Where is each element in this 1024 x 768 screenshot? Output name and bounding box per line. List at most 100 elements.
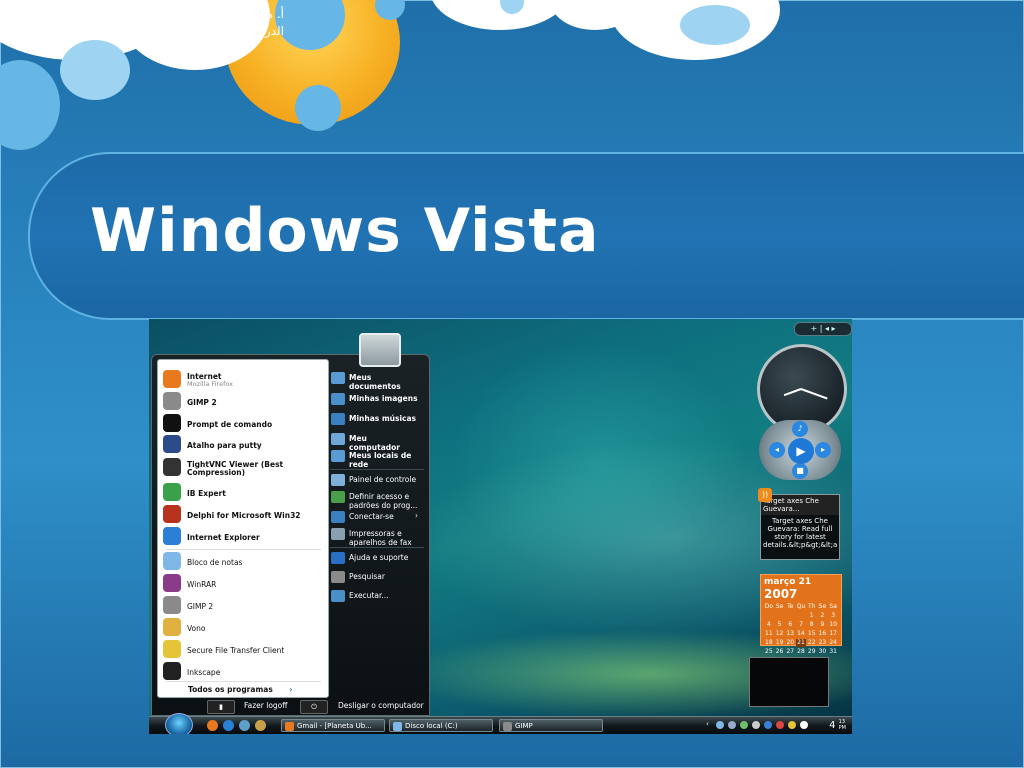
calendar-cell[interactable]: 16 [818, 630, 828, 638]
recent-item[interactable]: Inkscape [161, 662, 326, 682]
taskbar-button[interactable]: Gmail - [Planeta Ub... [281, 719, 385, 732]
next-icon[interactable]: ▸ [815, 442, 831, 458]
calendar-cell[interactable] [785, 612, 795, 620]
calendar-cell[interactable]: 8 [807, 621, 817, 629]
connect-icon [331, 511, 345, 523]
calendar-cell[interactable] [796, 612, 806, 620]
taskbar-button[interactable]: GIMP [499, 719, 603, 732]
taskbar: Gmail - [Planeta Ub... Disco local (C:) GI… [149, 713, 852, 734]
show-desktop-icon[interactable] [239, 720, 250, 731]
calendar-cell[interactable]: 25 [764, 648, 774, 656]
user-picture[interactable] [359, 333, 401, 367]
feed-title[interactable]: Target axes Che Guevara... [761, 495, 839, 515]
pinned-item[interactable]: Internet Mozilla Firefox [161, 370, 326, 390]
firefox-icon[interactable] [207, 720, 218, 731]
item-subtitle: Compression) [187, 468, 246, 477]
clock-ampm: PM [838, 725, 846, 731]
pinned-item[interactable]: GIMP 2 [161, 392, 326, 412]
calendar-cell[interactable]: 23 [818, 639, 828, 647]
search-icon [331, 571, 345, 583]
tray-icon[interactable] [788, 721, 796, 729]
volume-icon[interactable] [752, 721, 760, 729]
calendar-cell[interactable]: 20 [785, 639, 795, 647]
switch-windows-icon[interactable] [255, 720, 266, 731]
taskbar-clock[interactable]: 4 13 PM [829, 719, 846, 733]
tray-icon[interactable] [728, 721, 736, 729]
pinned-item[interactable]: Prompt de comando [161, 414, 326, 434]
network-icon[interactable] [740, 721, 748, 729]
clock-hour-hand [800, 388, 828, 400]
pinned-item[interactable]: Delphi for Microsoft Win32 [161, 505, 326, 525]
calendar-cell[interactable] [775, 612, 785, 620]
calendar-cell[interactable]: 12 [775, 630, 785, 638]
calendar-cell[interactable]: 5 [775, 621, 785, 629]
recent-item[interactable]: Secure File Transfer Client [161, 640, 326, 660]
media-player-gadget[interactable]: ◂ ▸ ♪ ■ ▶ [759, 420, 841, 480]
calendar-cell[interactable]: 7 [796, 621, 806, 629]
recent-item[interactable]: GIMP 2 [161, 596, 326, 616]
clock-hour: 4 [829, 720, 836, 731]
shutdown-button[interactable]: Desligar o computador [338, 701, 424, 710]
all-programs-button[interactable]: Todos os programas › [188, 685, 293, 694]
bubble-decoration [60, 40, 130, 100]
slideshow-gadget[interactable] [749, 657, 829, 707]
winrar-icon [163, 574, 181, 592]
recent-item[interactable]: Vono [161, 618, 326, 638]
tray-chevron-icon[interactable]: ‹ [706, 720, 709, 728]
calendar-cell[interactable]: 21 [796, 639, 806, 647]
calendar-cell[interactable]: 19 [775, 639, 785, 647]
start-orb[interactable] [165, 713, 193, 734]
internet-explorer-icon[interactable] [223, 720, 234, 731]
calendar-cell[interactable]: 26 [775, 648, 785, 656]
calendar-cell[interactable]: 14 [796, 630, 806, 638]
logoff-button[interactable]: Fazer logoff [244, 701, 287, 710]
calendar-cell[interactable]: 27 [785, 648, 795, 656]
calendar-cell[interactable]: 30 [818, 648, 828, 656]
pinned-item[interactable]: IB Expert [161, 483, 326, 503]
calendar-gadget[interactable]: março 21 2007 Do Se Te Qu Th Se Sa 1 2 3 4 5 6 7 8 9 10 1… [760, 574, 842, 655]
tray-icon[interactable] [776, 721, 784, 729]
sftp-icon [163, 640, 181, 658]
tray-icon[interactable] [800, 721, 808, 729]
calendar-month: março [764, 577, 796, 587]
pinned-item[interactable]: TightVNC Viewer (Best Compression) [161, 458, 326, 478]
calendar-cell[interactable]: 3 [828, 612, 838, 620]
tray-icon[interactable] [764, 721, 772, 729]
pinned-item[interactable]: Internet Explorer [161, 527, 326, 547]
calendar-cell[interactable]: 29 [807, 648, 817, 656]
feed-gadget[interactable]: )) Target axes Che Guevara... Target axe… [758, 488, 840, 560]
play-icon[interactable]: ▶ [788, 438, 814, 464]
power-icon[interactable]: ⏻ [300, 700, 328, 714]
sidebar-controls[interactable]: + | ◂ ▸ [794, 322, 852, 336]
calendar-cell[interactable]: 6 [785, 621, 795, 629]
stop-icon[interactable]: ■ [792, 463, 808, 479]
weekday-label: Th [807, 603, 816, 610]
recent-item[interactable]: Bloco de notas [161, 552, 326, 572]
recent-item[interactable]: WinRAR [161, 574, 326, 594]
calendar-cell[interactable]: 17 [828, 630, 838, 638]
calendar-cell[interactable]: 9 [818, 621, 828, 629]
calendar-cell[interactable]: 4 [764, 621, 774, 629]
calendar-cell[interactable]: 2 [818, 612, 828, 620]
arrow-right-icon: › [415, 511, 418, 520]
calendar-cell[interactable]: 11 [764, 630, 774, 638]
pinned-item[interactable]: Atalho para putty [161, 435, 326, 455]
calendar-cell[interactable] [764, 612, 774, 620]
weekday-label: Te [787, 603, 794, 610]
calendar-cell[interactable]: 13 [785, 630, 795, 638]
calendar-cell[interactable]: 1 [807, 612, 817, 620]
right-pane-label: Minhas imagens [349, 394, 418, 403]
calendar-cell[interactable]: 24 [828, 639, 838, 647]
calendar-cell[interactable]: 28 [796, 648, 806, 656]
calendar-cell[interactable]: 22 [807, 639, 817, 647]
calendar-cell[interactable]: 18 [764, 639, 774, 647]
calendar-cell[interactable]: 15 [807, 630, 817, 638]
lock-icon[interactable]: ▮ [207, 700, 235, 714]
volume-icon[interactable]: ♪ [792, 421, 808, 437]
calendar-cell[interactable]: 10 [828, 621, 838, 629]
taskbar-button[interactable]: Disco local (C:) [389, 719, 493, 732]
calendar-cell[interactable]: 31 [828, 648, 838, 656]
taskbar-button-label: GIMP [515, 722, 533, 730]
tray-icon[interactable] [716, 721, 724, 729]
previous-icon[interactable]: ◂ [769, 442, 785, 458]
